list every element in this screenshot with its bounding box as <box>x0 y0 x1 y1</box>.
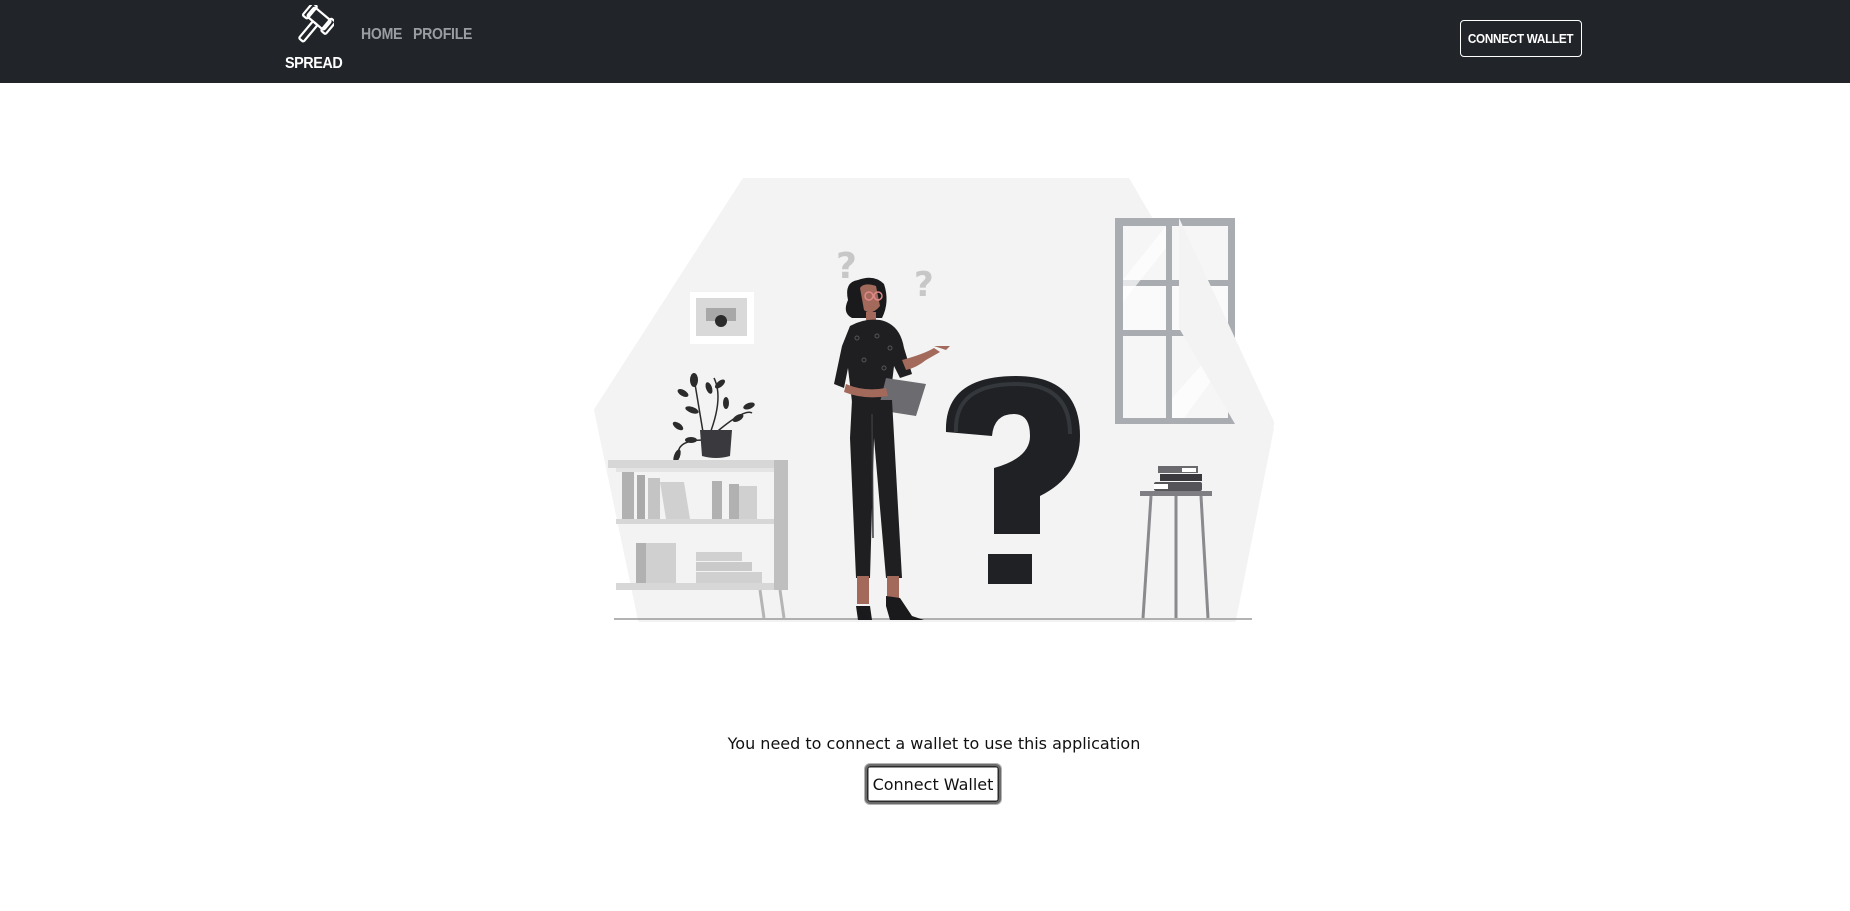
wallet-required-illustration: ? ? <box>594 178 1274 622</box>
top-navbar: SPREAD HOME PROFILE CONNECT WALLET <box>0 0 1850 83</box>
brand-name: SPREAD <box>285 55 343 72</box>
nav-profile-link[interactable]: PROFILE <box>413 26 472 44</box>
gavel-icon <box>298 5 334 43</box>
nav-home-link[interactable]: HOME <box>361 26 402 44</box>
small-question-mark-left: ? <box>836 246 857 287</box>
navbar-connect-wallet-button[interactable]: CONNECT WALLET <box>1460 20 1582 57</box>
brand-logo-link[interactable]: SPREAD <box>285 5 343 77</box>
navbar-connect-wallet-label: CONNECT WALLET <box>1468 31 1574 46</box>
picture-frame <box>690 292 754 344</box>
small-question-mark-right: ? <box>914 265 934 305</box>
connect-wallet-message: You need to connect a wallet to use this… <box>727 734 1141 753</box>
connect-wallet-button[interactable]: Connect Wallet <box>865 764 1001 804</box>
